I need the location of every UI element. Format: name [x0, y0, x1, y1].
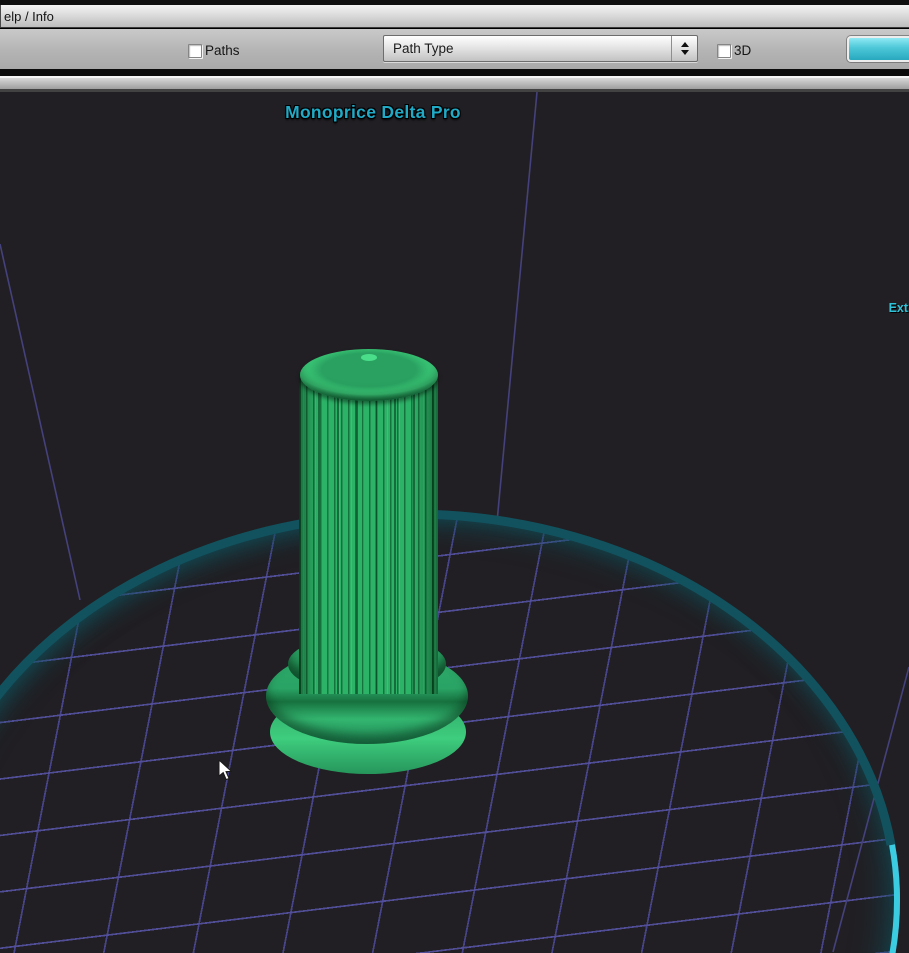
- paths-checkbox-label: Paths: [205, 43, 240, 58]
- tower-line-left: [0, 243, 81, 601]
- menu-item-help-info[interactable]: elp / Info: [0, 5, 60, 27]
- cyan-action-button[interactable]: [847, 36, 909, 62]
- 3d-checkbox-group: 3D: [717, 43, 751, 58]
- model-top-nub: [361, 354, 377, 361]
- viewport-3d[interactable]: Monoprice Delta Pro Ext1: [0, 92, 909, 953]
- paths-checkbox-group: Paths: [188, 43, 240, 58]
- splitter-gap: [0, 69, 909, 76]
- 3d-checkbox[interactable]: [717, 43, 731, 58]
- model-column-body: [299, 378, 438, 694]
- tower-line-middle: [496, 92, 538, 523]
- toolbar: Paths Path Type 3D: [0, 29, 909, 69]
- splitter-handle: [0, 78, 909, 89]
- scene-overlay: [0, 92, 909, 953]
- menu-bar: elp / Info: [0, 5, 909, 28]
- spinner-up-icon: [680, 42, 689, 47]
- spinner-down-icon: [680, 50, 689, 55]
- path-type-dropdown-value: Path Type: [393, 41, 454, 56]
- path-type-dropdown[interactable]: Path Type: [383, 35, 698, 62]
- printer-name-label: Monoprice Delta Pro: [285, 102, 461, 122]
- mouse-cursor-icon: [218, 758, 236, 782]
- splitter-bar[interactable]: [0, 69, 909, 92]
- application-window: elp / Info Paths Path Type 3D Monoprice …: [0, 0, 909, 953]
- paths-checkbox[interactable]: [188, 43, 202, 58]
- path-type-spinner[interactable]: [671, 36, 697, 61]
- extruder-label: Ext1: [888, 301, 909, 315]
- 3d-checkbox-label: 3D: [734, 43, 752, 58]
